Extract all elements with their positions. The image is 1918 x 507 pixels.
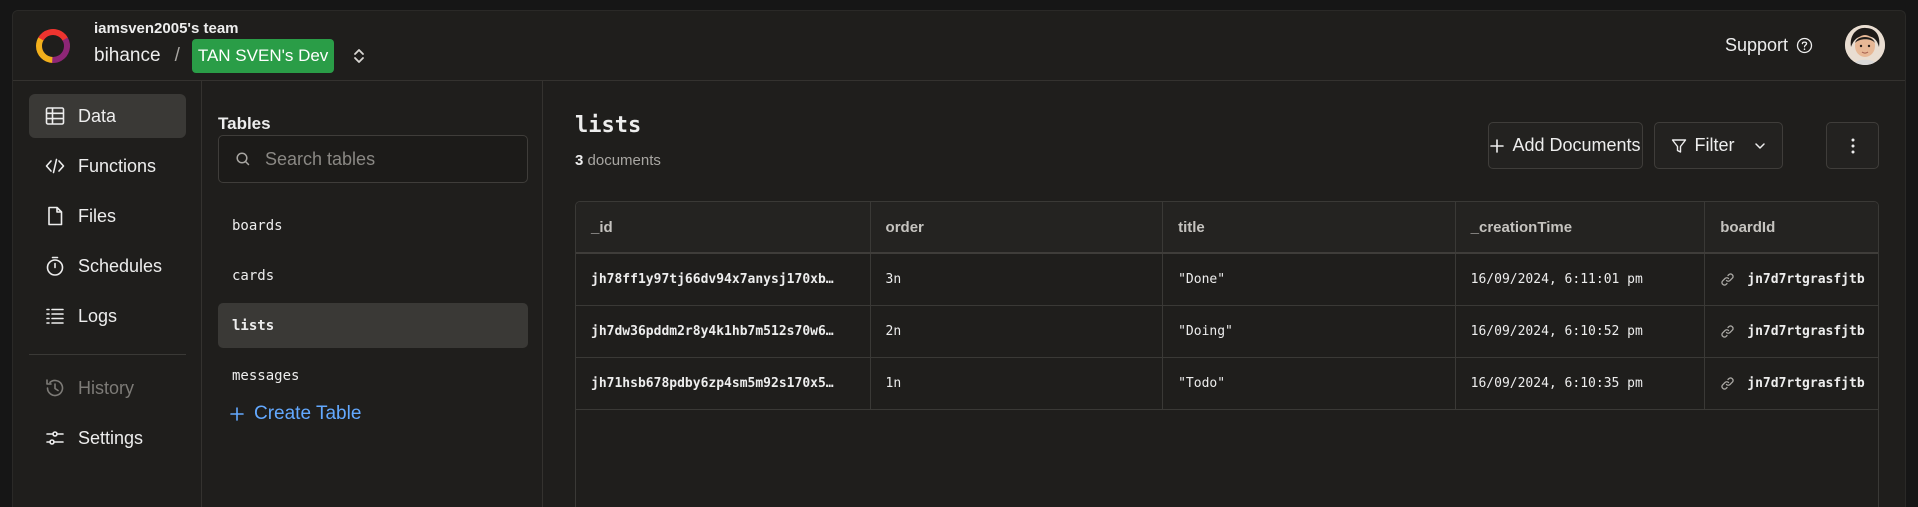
code-icon <box>45 158 65 174</box>
filter-funnel-icon <box>1671 138 1686 153</box>
board-id-value: jn7d7rtgrasfjtb <box>1747 376 1865 391</box>
title-cell[interactable]: "Done" <box>1163 254 1456 305</box>
board-id-value: jn7d7rtgrasfjtb <box>1747 272 1865 287</box>
search-icon <box>236 152 250 166</box>
column-header-id[interactable]: _id <box>576 202 871 252</box>
order-cell[interactable]: 2n <box>871 306 1164 357</box>
board-id-cell[interactable]: jn7d7rtgrasfjtb <box>1705 306 1878 357</box>
sidebar-item-files[interactable]: Files <box>29 194 186 238</box>
id-value: jh7dw36pddm2r8y4k1hb7m512s70w6… <box>591 324 834 339</box>
column-header-title[interactable]: title <box>1163 202 1456 252</box>
link-icon[interactable] <box>1720 324 1735 339</box>
team-name[interactable]: iamsven2005's team <box>94 20 239 37</box>
table-icon <box>45 107 65 125</box>
sidebar-item-label: History <box>78 377 135 398</box>
sidebar-item-schedules[interactable]: Schedules <box>29 244 186 288</box>
column-header-order[interactable]: order <box>871 202 1164 252</box>
filter-label: Filter <box>1694 135 1735 155</box>
id-cell[interactable]: jh71hsb678pdby6zp4sm5m92s170x5… <box>576 358 871 409</box>
avatar[interactable] <box>1845 25 1885 65</box>
plus-icon <box>230 407 244 421</box>
order-cell[interactable]: 1n <box>871 358 1164 409</box>
more-options-button[interactable] <box>1826 122 1879 169</box>
board-id-cell[interactable]: jn7d7rtgrasfjtb <box>1705 358 1878 409</box>
link-icon[interactable] <box>1720 272 1735 287</box>
sidebar-nav: Data Functions Files Schedules Logs Hist… <box>13 81 202 507</box>
table-row[interactable]: jh7dw36pddm2r8y4k1hb7m512s70w6… 2n "Doin… <box>576 306 1878 358</box>
convex-logo[interactable] <box>33 26 73 66</box>
sidebar-item-functions[interactable]: Functions <box>29 144 186 188</box>
table-header-row: _id order title _creationTime boardId <box>576 202 1878 254</box>
title-cell[interactable]: "Doing" <box>1163 306 1456 357</box>
sidebar-item-label: Schedules <box>78 255 163 276</box>
id-value: jh78ff1y97tj66dv94x7anysj170xb… <box>591 272 834 287</box>
create-table-button[interactable]: Create Table <box>230 403 361 425</box>
document-count: 3 documents <box>575 152 661 169</box>
search-tables-input[interactable] <box>265 148 515 170</box>
tables-panel: Tables boards cards lists messages Creat… <box>202 81 543 507</box>
sidebar-divider <box>29 354 186 355</box>
title-cell[interactable]: "Todo" <box>1163 358 1456 409</box>
breadcrumb-separator: / <box>174 45 180 66</box>
chevron-down-icon <box>1754 142 1765 149</box>
documents-table: _id order title _creationTime boardId jh… <box>575 201 1879 507</box>
table-item-cards[interactable]: cards <box>218 253 528 298</box>
id-value: jh71hsb678pdby6zp4sm5m92s170x5… <box>591 376 834 391</box>
breadcrumb: bihance / TAN SVEN's Dev <box>94 39 368 73</box>
create-table-label: Create Table <box>254 403 362 424</box>
sidebar-item-label: Data <box>78 105 117 126</box>
filter-button[interactable]: Filter <box>1654 122 1783 169</box>
file-icon <box>48 206 63 226</box>
add-documents-button[interactable]: Add Documents <box>1488 122 1643 169</box>
chevron-up-down-icon[interactable] <box>350 46 368 66</box>
deployment-badge[interactable]: TAN SVEN's Dev <box>191 39 335 73</box>
column-header-creation-time[interactable]: _creationTime <box>1456 202 1706 252</box>
tables-heading: Tables <box>218 114 271 133</box>
board-id-value: jn7d7rtgrasfjtb <box>1747 324 1865 339</box>
project-name[interactable]: bihance <box>94 45 161 67</box>
app-window: iamsven2005's team bihance / TAN SVEN's … <box>12 10 1906 507</box>
creation-time-cell[interactable]: 16/09/2024, 6:10:52 pm <box>1456 306 1706 357</box>
sidebar-item-history[interactable]: History <box>29 366 186 410</box>
table-item-messages[interactable]: messages <box>218 353 528 398</box>
link-icon[interactable] <box>1720 376 1735 391</box>
top-header: iamsven2005's team bihance / TAN SVEN's … <box>13 11 1905 81</box>
sidebar-item-label: Logs <box>78 305 118 326</box>
support-button[interactable]: Support <box>1725 35 1813 56</box>
document-count-suffix: documents <box>583 152 661 169</box>
sidebar-item-settings[interactable]: Settings <box>29 416 186 460</box>
table-item-boards[interactable]: boards <box>218 203 528 248</box>
search-tables-box[interactable] <box>218 135 528 183</box>
settings-sliders-icon <box>46 431 64 445</box>
add-documents-label: Add Documents <box>1512 135 1641 155</box>
page-title: lists <box>575 113 642 138</box>
logs-icon <box>46 308 64 324</box>
history-icon <box>46 379 64 397</box>
help-circle-icon <box>1796 37 1813 54</box>
creation-time-cell[interactable]: 16/09/2024, 6:10:35 pm <box>1456 358 1706 409</box>
main-content: lists 3 documents Add Documents Filter _… <box>543 81 1905 507</box>
order-cell[interactable]: 3n <box>871 254 1164 305</box>
creation-time-cell[interactable]: 16/09/2024, 6:11:01 pm <box>1456 254 1706 305</box>
id-cell[interactable]: jh78ff1y97tj66dv94x7anysj170xb… <box>576 254 871 305</box>
sidebar-item-label: Settings <box>78 427 144 448</box>
table-item-lists[interactable]: lists <box>218 303 528 348</box>
sidebar-item-data[interactable]: Data <box>29 94 186 138</box>
table-row[interactable]: jh78ff1y97tj66dv94x7anysj170xb… 3n "Done… <box>576 254 1878 306</box>
stopwatch-icon <box>46 256 64 276</box>
vertical-ellipsis-icon <box>1851 138 1854 153</box>
sidebar-item-logs[interactable]: Logs <box>29 294 186 338</box>
id-cell[interactable]: jh7dw36pddm2r8y4k1hb7m512s70w6… <box>576 306 871 357</box>
sidebar-item-label: Functions <box>78 155 157 176</box>
plus-icon <box>1490 138 1505 153</box>
table-row[interactable]: jh71hsb678pdby6zp4sm5m92s170x5… 1n "Todo… <box>576 358 1878 410</box>
board-id-cell[interactable]: jn7d7rtgrasfjtb <box>1705 254 1878 305</box>
column-header-board-id[interactable]: boardId <box>1705 202 1878 252</box>
sidebar-item-label: Files <box>78 205 117 226</box>
support-label: Support <box>1724 35 1788 55</box>
